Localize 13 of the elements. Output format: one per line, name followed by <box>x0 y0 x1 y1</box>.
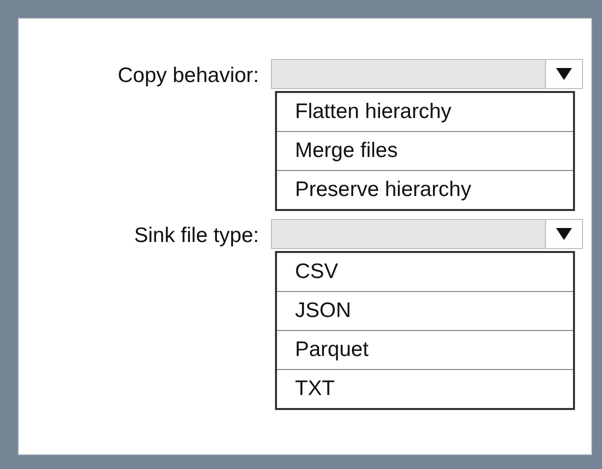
dropdown-option[interactable]: Merge files <box>277 131 573 170</box>
dropdown-arrow-icon <box>555 67 573 81</box>
dropdown-arrow-icon <box>555 227 573 241</box>
dropdown-option[interactable]: TXT <box>277 369 573 408</box>
dropdown-option[interactable]: Preserve hierarchy <box>277 170 573 209</box>
dropdown-option[interactable]: CSV <box>277 253 573 291</box>
dropdown-field[interactable] <box>271 219 583 249</box>
dropdown-option[interactable]: Flatten hierarchy <box>277 93 573 131</box>
dropdown-field[interactable] <box>271 59 583 89</box>
dropdown-option[interactable]: JSON <box>277 291 573 330</box>
field-label: Sink file type: <box>134 223 259 249</box>
field-label: Copy behavior: <box>118 63 259 89</box>
dropdown-option[interactable]: Parquet <box>277 330 573 369</box>
